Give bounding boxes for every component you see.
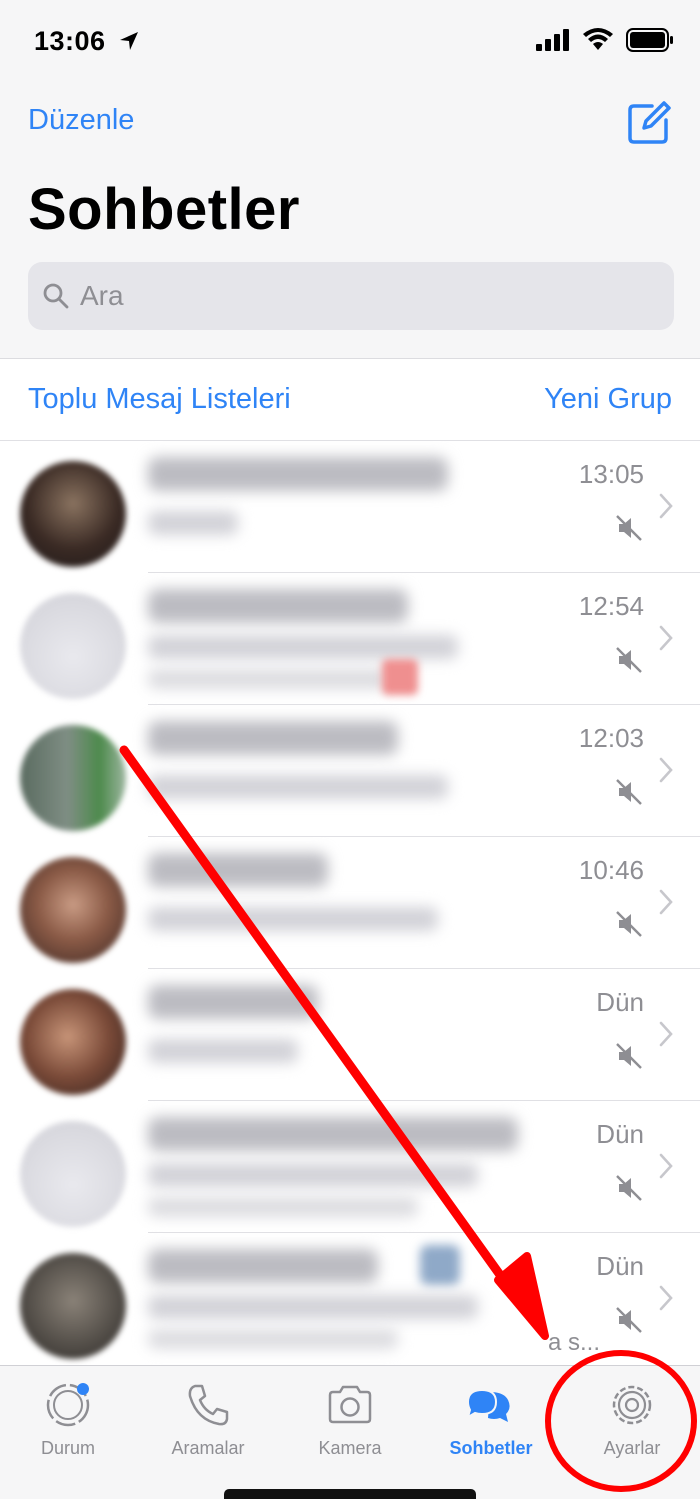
chat-row[interactable]: 12:03 (0, 705, 700, 837)
chat-preview-blurred (148, 1197, 418, 1217)
chat-row[interactable]: Dün (0, 1101, 700, 1233)
mute-icon (616, 1175, 642, 1201)
status-indicators (536, 28, 674, 52)
chat-preview-blurred (148, 511, 238, 535)
gear-icon (612, 1385, 652, 1425)
mute-icon (616, 779, 642, 805)
tab-bar: Durum Aramalar Kamera Sohbetler Ayarlar (0, 1365, 700, 1499)
tab-label: Sohbetler (449, 1438, 533, 1458)
status-time: 13:06 (34, 26, 106, 56)
chat-list: Toplu Mesaj Listeleri Yeni Grup 13:05 12… (0, 359, 700, 1365)
tab-settings[interactable]: Ayarlar (572, 1378, 692, 1459)
chat-name-blurred (148, 985, 318, 1019)
mute-icon (616, 647, 642, 673)
chevron-right-icon (659, 889, 673, 915)
search-input[interactable] (80, 280, 640, 312)
chat-time: 12:54 (578, 591, 644, 621)
mute-icon (616, 1043, 642, 1069)
chats-icon (466, 1388, 510, 1422)
avatar (20, 989, 126, 1095)
chevron-right-icon (659, 1021, 673, 1047)
search-icon (43, 283, 69, 309)
chat-preview-tail: a s... (547, 1329, 600, 1356)
chat-preview-blurred (148, 907, 438, 931)
chevron-right-icon (659, 625, 673, 651)
mute-icon (616, 515, 642, 541)
phone-icon (188, 1384, 229, 1426)
chat-time: Dün (596, 1251, 644, 1281)
battery-icon (626, 28, 673, 52)
chat-preview-blurred (148, 635, 458, 659)
home-indicator (224, 1489, 476, 1499)
chat-preview-blurred (148, 1295, 478, 1319)
chat-name-blurred (148, 1117, 518, 1151)
avatar (20, 1121, 126, 1227)
chat-name-blurred (148, 457, 448, 491)
tab-chats[interactable]: Sohbetler (431, 1378, 551, 1459)
avatar (20, 725, 126, 831)
edit-button[interactable]: Düzenle (28, 104, 134, 137)
chat-preview-blurred (148, 669, 388, 689)
search-bar[interactable] (28, 262, 674, 330)
tab-calls[interactable]: Aramalar (148, 1378, 268, 1459)
chevron-right-icon (659, 1285, 673, 1311)
avatar (20, 593, 126, 699)
new-group-link[interactable]: Yeni Grup (544, 383, 672, 416)
chat-time: Dün (596, 987, 644, 1017)
avatar (20, 461, 126, 567)
emoji-blurred (420, 1245, 460, 1285)
chat-preview-blurred (148, 1329, 398, 1349)
mute-icon (616, 911, 642, 937)
compose-icon[interactable] (624, 98, 674, 148)
chat-name-blurred (148, 1249, 378, 1283)
chevron-right-icon (659, 493, 673, 519)
chat-time: 12:03 (578, 723, 644, 753)
chat-preview-blurred (148, 1163, 478, 1187)
avatar (20, 857, 126, 963)
chat-time: 10:46 (578, 855, 644, 885)
location-arrow-icon (120, 32, 138, 50)
chat-name-blurred (148, 589, 408, 623)
tab-label: Ayarlar (603, 1438, 661, 1458)
chat-time: 13:05 (578, 459, 644, 489)
chat-row[interactable]: 13:05 (0, 441, 700, 573)
page-title: Sohbetler (28, 177, 300, 242)
status-bar: 13:06 (0, 0, 700, 80)
emoji-blurred (382, 659, 418, 695)
chat-preview-blurred (148, 775, 448, 799)
chat-row[interactable]: Dün (0, 969, 700, 1101)
tab-label: Durum (40, 1438, 95, 1458)
tab-status[interactable]: Durum (8, 1378, 128, 1459)
chat-name-blurred (148, 721, 398, 755)
broadcast-lists-link[interactable]: Toplu Mesaj Listeleri (28, 383, 291, 416)
wifi-icon (583, 28, 613, 50)
chat-preview-blurred (148, 1039, 298, 1063)
chevron-right-icon (659, 757, 673, 783)
chevron-right-icon (659, 1153, 673, 1179)
tab-label: Kamera (318, 1438, 382, 1458)
chat-row[interactable]: 12:54 (0, 573, 700, 705)
chat-row[interactable]: 10:46 (0, 837, 700, 969)
chat-row[interactable]: Dün a s... (0, 1233, 700, 1365)
avatar (20, 1253, 126, 1359)
mute-icon (616, 1307, 642, 1333)
tab-label: Aramalar (171, 1438, 245, 1458)
chat-time: Dün (596, 1119, 644, 1149)
status-icon (46, 1383, 90, 1427)
signal-icon (536, 29, 569, 51)
camera-icon (328, 1385, 372, 1424)
tab-camera[interactable]: Kamera (290, 1378, 410, 1459)
list-links: Toplu Mesaj Listeleri Yeni Grup (0, 359, 700, 441)
chat-name-blurred (148, 853, 328, 887)
